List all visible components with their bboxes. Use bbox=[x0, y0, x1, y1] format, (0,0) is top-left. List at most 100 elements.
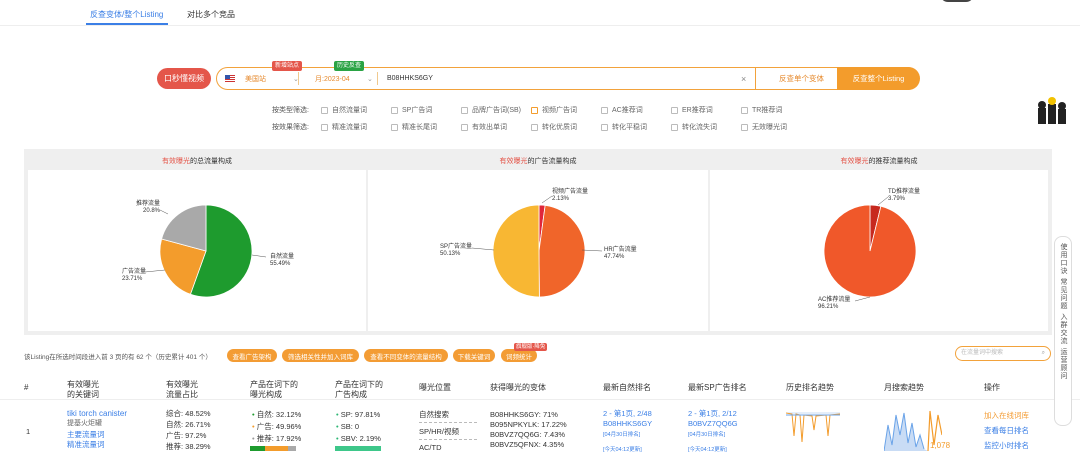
ad-sb: • SB: 0 bbox=[336, 422, 360, 431]
search-placeholder: 在流量词中搜索 bbox=[961, 350, 1004, 356]
ad-sbv: • SBV: 2.19% bbox=[336, 434, 381, 443]
filter-relevance-button[interactable]: 筛选相关性并加入词库 bbox=[282, 349, 359, 362]
share-ads: 广告: 97.2% bbox=[166, 431, 207, 440]
column-header-line: 有效曝光 bbox=[166, 380, 198, 389]
label-name: 广告流量 bbox=[122, 269, 147, 275]
ad-sp: • SP: 97.81% bbox=[336, 410, 381, 419]
label-pct: 20.8% bbox=[143, 208, 161, 214]
label-name: HR广告流量 bbox=[604, 247, 637, 253]
pie-slice-HR广告流量[interactable] bbox=[538, 204, 586, 298]
monitor-hourly-rank-link[interactable]: 监控小时排名 bbox=[984, 441, 1029, 451]
column-header-line: 历史排名趋势 bbox=[786, 383, 834, 392]
exposure-bar-natural bbox=[250, 446, 265, 451]
exposure-bar-recommend bbox=[287, 446, 296, 451]
exposure-recommend-value: 推荐: 17.92% bbox=[256, 434, 302, 443]
label-pct: 2.13% bbox=[552, 196, 570, 202]
monthly-search-volume: 1,078 bbox=[930, 441, 951, 450]
exposure-ads: • 广告: 49.96% bbox=[252, 422, 302, 431]
label-name: TD推荐流量 bbox=[888, 189, 920, 195]
column-header: 产品在词下的 广告构成 bbox=[335, 380, 383, 400]
column-header: 有效曝光 流量占比 bbox=[166, 380, 198, 400]
exposure-bar bbox=[250, 446, 296, 451]
search-icon: ⌕ bbox=[1041, 350, 1045, 356]
sp-rank[interactable]: 2 - 第1页, 2/12 bbox=[688, 409, 737, 419]
label-pct: 96.21% bbox=[818, 304, 839, 310]
label-name: 自然流量 bbox=[270, 254, 295, 260]
view-ad-structure-button[interactable]: 查看广告架构 bbox=[227, 349, 277, 362]
exposure-bar-ads bbox=[264, 446, 288, 451]
column-header-line: 产品在词下的 bbox=[250, 380, 298, 389]
column-header: 曝光位置 bbox=[419, 383, 451, 393]
position-recommend: AC/TD bbox=[419, 443, 442, 452]
sp-rank-updated: [今天04:12更新] bbox=[688, 447, 727, 453]
natural-rank-date: [04月30日排名] bbox=[603, 432, 641, 438]
column-header: 月搜索趋势 bbox=[884, 383, 924, 393]
column-header-line: 有效曝光 bbox=[67, 380, 99, 389]
label-pct: 47.74% bbox=[604, 254, 625, 260]
variant-4: B0BVZ5QFNX: 4.35% bbox=[490, 440, 565, 449]
variant-3: B0BVZ7QQ6G: 7.43% bbox=[490, 430, 566, 439]
column-header: # bbox=[24, 383, 28, 393]
natural-rank[interactable]: 2 - 第1页, 2/48 bbox=[603, 409, 652, 419]
divider bbox=[419, 422, 477, 423]
ad-sp-value: SP: 97.81% bbox=[340, 410, 381, 419]
keyword-tag-precise[interactable]: 精准流量词 bbox=[67, 440, 105, 450]
column-header-line: 产品在词下的 bbox=[335, 380, 383, 389]
share-total: 综合: 48.52% bbox=[166, 409, 211, 418]
pie-label-video: 视频广告流量 2.13% bbox=[552, 189, 588, 203]
share-natural: 自然: 26.71% bbox=[166, 420, 211, 429]
keyword-search-input[interactable]: 在流量词中搜索 ⌕ bbox=[955, 346, 1051, 361]
ad-sb-value: SB: 0 bbox=[340, 422, 360, 431]
summary-text: 该Listing在所选时间段进入前 3 页的有 62 个（历史累计 401 个） bbox=[24, 354, 212, 361]
label-pct: 50.13% bbox=[440, 251, 461, 257]
variant-1: B08HHKS6GY: 71% bbox=[490, 410, 558, 419]
exposure-natural-value: 自然: 32.12% bbox=[256, 410, 302, 419]
pie-label-recommend: 推荐流量 20.8% bbox=[136, 201, 160, 215]
column-header-line: 最新SP广告排名 bbox=[688, 383, 747, 392]
column-header-line: 的关键词 bbox=[67, 390, 99, 399]
natural-rank-updated: [今天04:12更新] bbox=[603, 447, 642, 453]
column-header-line: 操作 bbox=[984, 383, 1000, 392]
download-keywords-button[interactable]: 下载关键词 bbox=[453, 349, 495, 362]
column-header: 获得曝光的变体 bbox=[490, 383, 546, 393]
pie-label-natural: 自然流量 55.49% bbox=[270, 254, 294, 268]
pie-label-td: TD推荐流量 3.79% bbox=[888, 189, 920, 203]
add-to-library-link[interactable]: 加入在线词库 bbox=[984, 411, 1029, 421]
view-daily-rank-link[interactable]: 查看每日排名 bbox=[984, 426, 1029, 436]
column-header: 操作 bbox=[984, 383, 1000, 393]
variant-traffic-button[interactable]: 查看不同变体的流量结构 bbox=[364, 349, 448, 362]
keyword-translation: 提基火炬罐 bbox=[67, 420, 102, 427]
help-sidebar[interactable]: 使用口诀 常见问题 入群交流 运营顾问 bbox=[1054, 236, 1072, 426]
sp-rank-date: [04月30日排名] bbox=[688, 432, 726, 438]
pie-slice-AC推荐流量[interactable] bbox=[823, 204, 917, 298]
pie-label-sp: SP广告流量 50.13% bbox=[440, 244, 472, 258]
column-header: 历史排名趋势 bbox=[786, 383, 834, 393]
column-header-line: # bbox=[24, 383, 29, 392]
column-header: 最新SP广告排名 bbox=[688, 383, 747, 393]
variant-2: B095NPKYLK: 17.22% bbox=[490, 420, 567, 429]
position-natural: 自然搜索 bbox=[419, 410, 449, 419]
column-header-line: 曝光位置 bbox=[419, 383, 451, 392]
row-index: 1 bbox=[26, 427, 31, 436]
column-header: 最新自然排名 bbox=[603, 383, 651, 393]
label-name: 推荐流量 bbox=[136, 201, 161, 207]
keyword-link[interactable]: tiki torch canister bbox=[67, 409, 127, 419]
sp-rank-asin[interactable]: B0BVZ7QQ6G bbox=[688, 419, 738, 429]
column-header-line: 月搜索趋势 bbox=[884, 383, 924, 392]
label-name: AC推荐流量 bbox=[818, 297, 851, 303]
exposure-natural: • 自然: 32.12% bbox=[252, 410, 302, 419]
column-header-line: 获得曝光的变体 bbox=[490, 383, 546, 392]
label-pct: 23.71% bbox=[122, 276, 143, 282]
column-header: 产品在词下的 曝光构成 bbox=[250, 380, 298, 400]
pie-slice-SP广告流量[interactable] bbox=[492, 204, 540, 298]
rank-trend-sparkline[interactable] bbox=[786, 406, 840, 446]
exposure-recommend: • 推荐: 17.92% bbox=[252, 434, 302, 443]
label-name: SP广告流量 bbox=[440, 244, 473, 250]
column-header-line: 曝光构成 bbox=[250, 390, 282, 399]
pie-label-ads: 广告流量 23.71% bbox=[122, 269, 146, 283]
natural-rank-asin[interactable]: B08HHKS6GY bbox=[603, 419, 652, 429]
label-name: 视频广告流量 bbox=[552, 189, 589, 195]
label-pct: 3.79% bbox=[888, 196, 906, 202]
column-header-line: 最新自然排名 bbox=[603, 383, 651, 392]
keyword-tag-main[interactable]: 主要流量词 bbox=[67, 430, 105, 440]
